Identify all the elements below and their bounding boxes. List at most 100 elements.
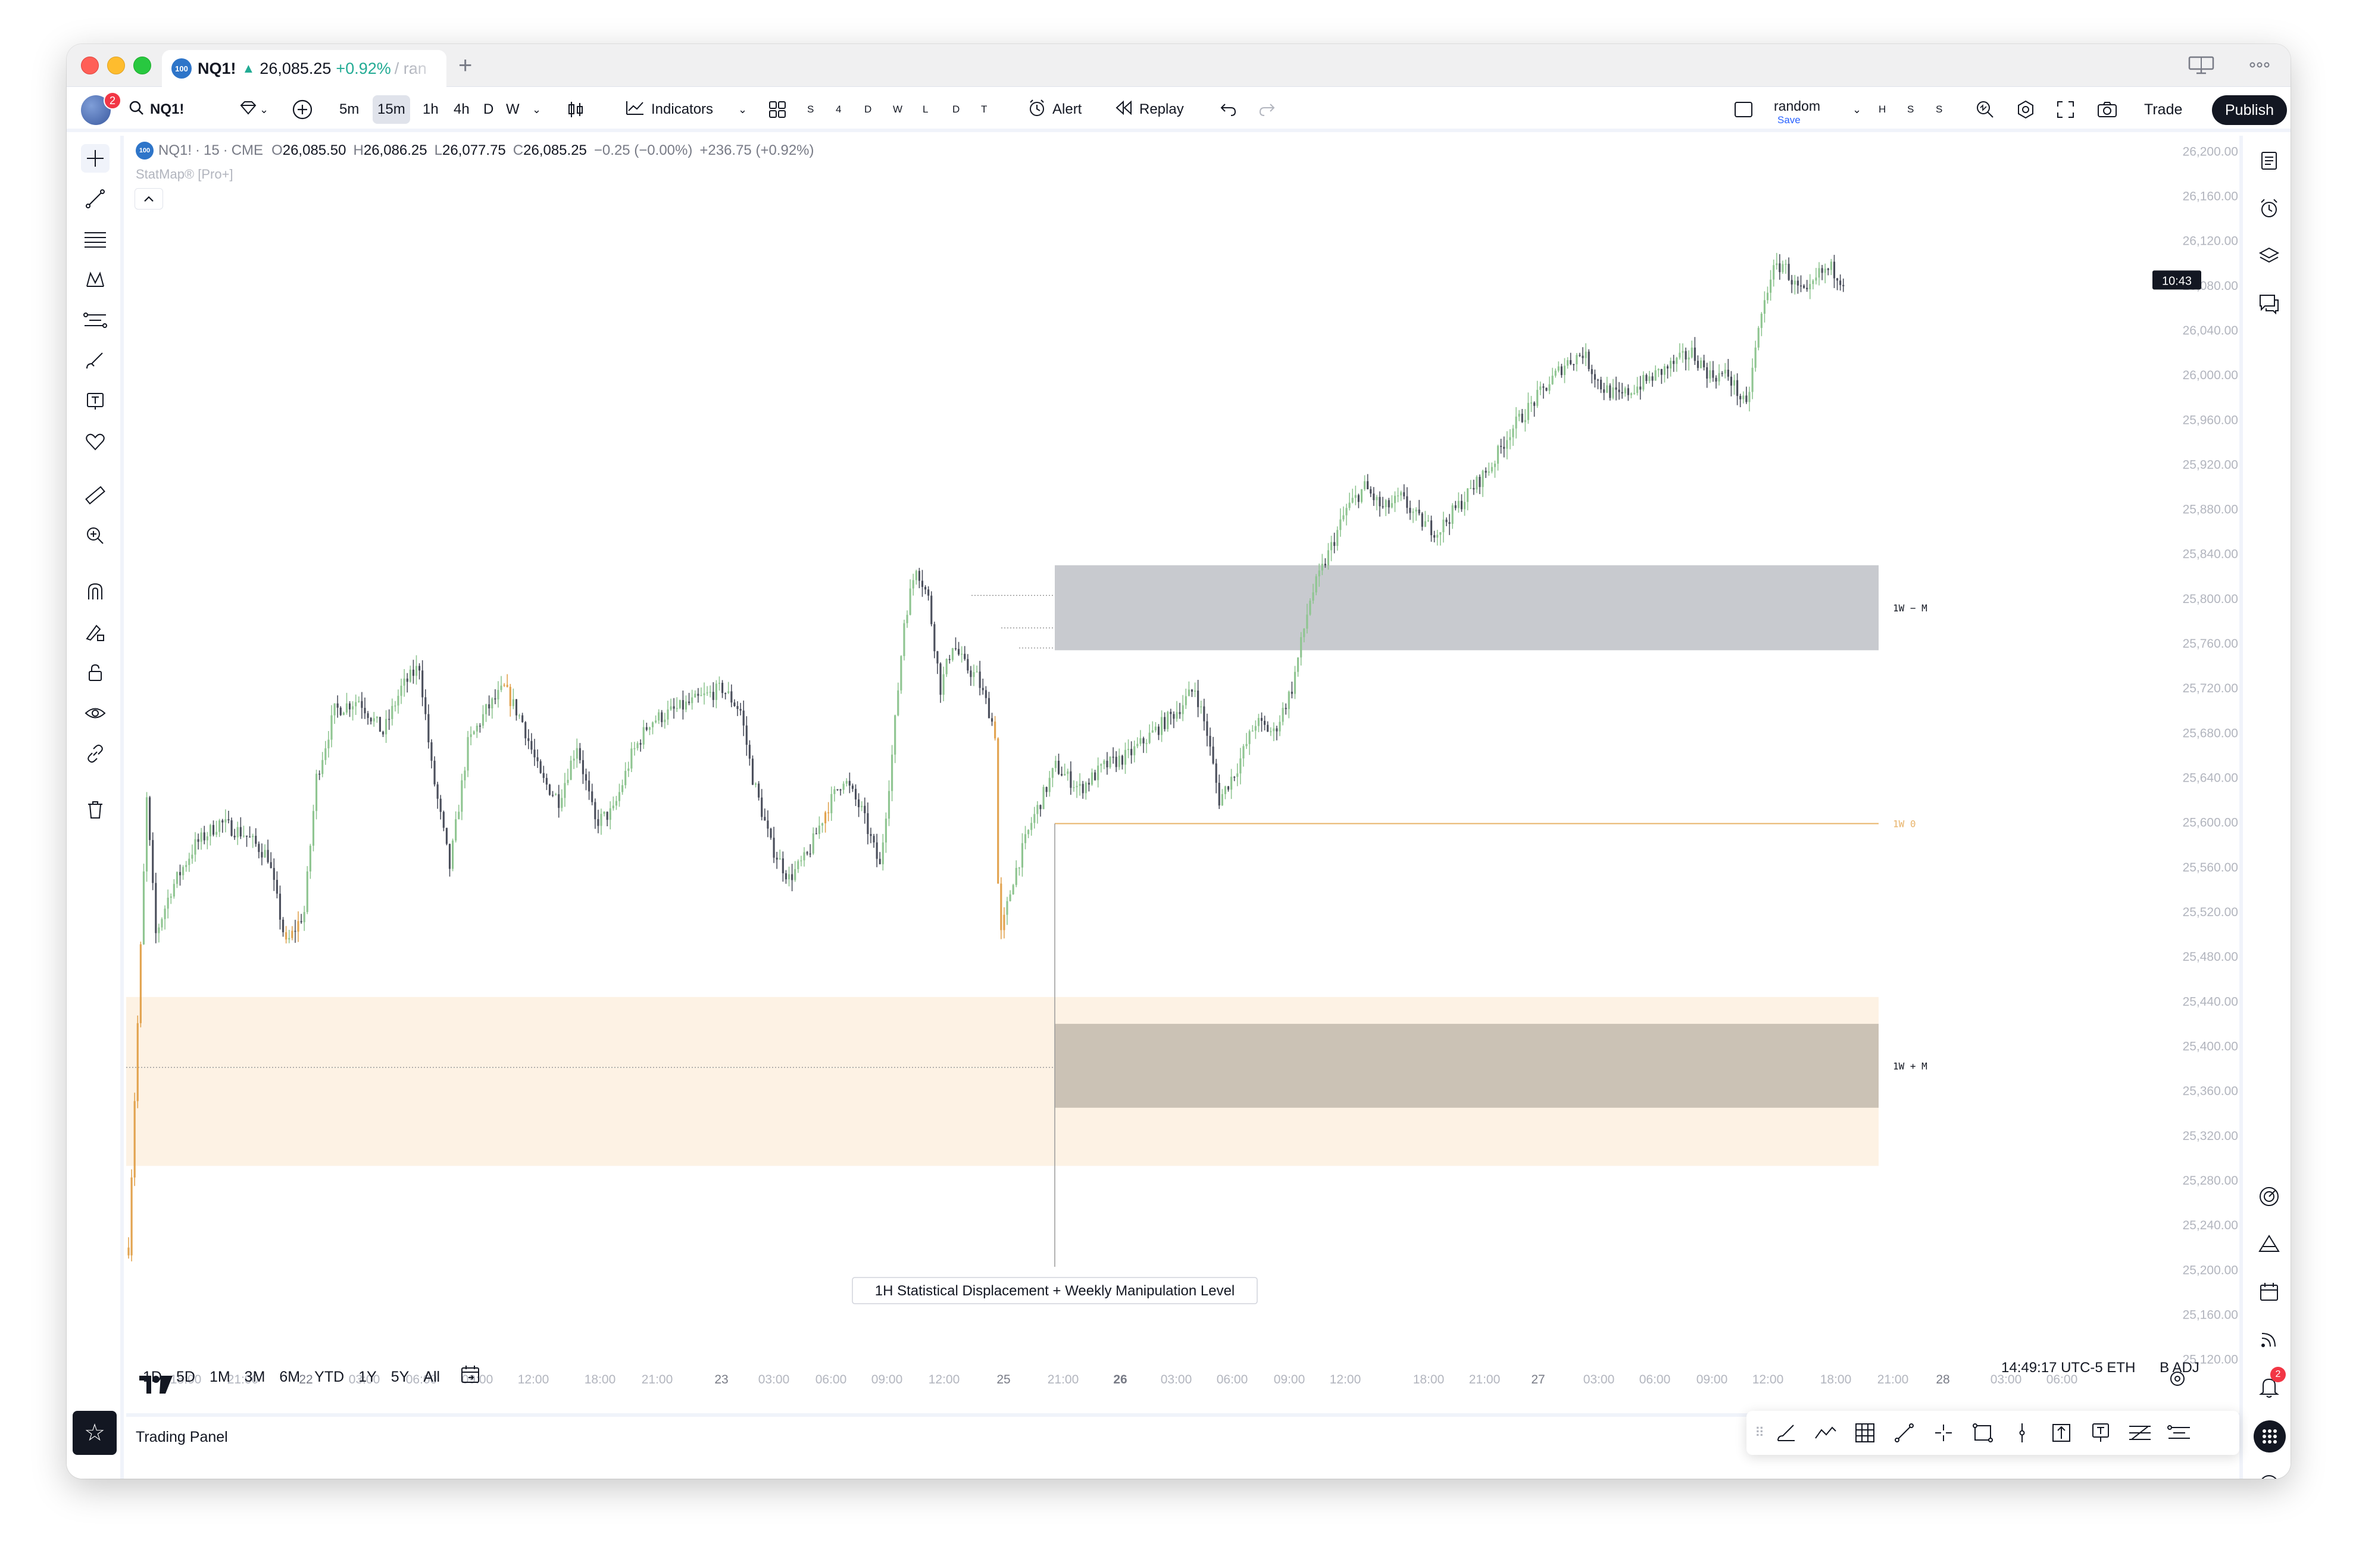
redo-icon[interactable] <box>1258 95 1276 124</box>
zoom-window-button[interactable] <box>133 57 151 74</box>
heart-icon[interactable] <box>81 427 110 456</box>
layers-icon[interactable] <box>2254 240 2285 271</box>
range-ytd[interactable]: YTD <box>314 1369 344 1386</box>
chat-icon[interactable] <box>2254 288 2285 319</box>
quick-layout-d2[interactable]: D <box>952 95 960 124</box>
legend-symbol[interactable]: NQ1! <box>158 142 192 159</box>
fib-retracement-icon[interactable] <box>81 225 110 254</box>
range-1m[interactable]: 1M <box>210 1369 230 1386</box>
indicators-chevron-icon[interactable]: ⌄ <box>738 95 747 124</box>
timezone-clock[interactable]: 14:49:17 UTC-5 ETH B ADJ <box>2001 1360 2199 1375</box>
drag-handle-icon[interactable]: ⠿ <box>1755 1425 1767 1441</box>
lock-icon[interactable] <box>81 658 110 687</box>
trade-button[interactable]: Trade <box>2144 95 2182 124</box>
interval-5m[interactable]: 5m <box>339 95 359 124</box>
fullscreen-icon[interactable] <box>2056 95 2075 124</box>
path-tool-icon[interactable] <box>1806 1415 1845 1451</box>
interval-4h[interactable]: 4h <box>454 95 470 124</box>
quick-h[interactable]: H <box>1879 95 1886 124</box>
adjustment-label[interactable]: B ADJ <box>2160 1360 2199 1375</box>
add-symbol-button[interactable] <box>292 95 313 124</box>
zoom-in-icon[interactable] <box>81 521 110 550</box>
target-icon[interactable] <box>2254 1181 2285 1212</box>
goto-date-calendar-icon[interactable] <box>460 1364 482 1389</box>
quick-layout-d[interactable]: D <box>864 95 871 124</box>
trend-line-icon[interactable] <box>81 185 110 213</box>
quick-layout-w[interactable]: W <box>893 95 902 124</box>
range-5d[interactable]: 5D <box>176 1369 195 1386</box>
grid-tool-icon[interactable] <box>1845 1415 1885 1451</box>
rectangle-tool-icon[interactable] <box>1963 1415 2002 1451</box>
ruler-icon[interactable] <box>81 481 110 510</box>
tab-symbol[interactable]: 100 NQ1! ▲ 26,085.25 +0.92% / ran <box>162 50 446 87</box>
broadcast-icon[interactable] <box>2254 1324 2285 1355</box>
range-5y[interactable]: 5Y <box>391 1369 410 1386</box>
watchlist-icon[interactable] <box>2254 145 2285 176</box>
text-tool-icon[interactable] <box>81 387 110 416</box>
brush-icon[interactable] <box>81 346 110 375</box>
quick-layout-s[interactable]: S <box>807 95 814 124</box>
range-1y[interactable]: 1Y <box>358 1369 377 1386</box>
interval-dropdown-chevron-icon[interactable]: ⌄ <box>532 95 541 124</box>
forecast-icon[interactable] <box>81 306 110 335</box>
magnet-icon[interactable] <box>81 577 110 606</box>
favorites-star-icon[interactable]: ☆ <box>73 1411 117 1455</box>
chart-pane[interactable]: 1W − M 1W + M 1W 0 1H Statistical Displacem… <box>126 136 2239 1401</box>
save-label[interactable]: Save <box>1777 114 1801 126</box>
eye-icon[interactable] <box>81 699 110 727</box>
quick-s2[interactable]: S <box>1936 95 1942 124</box>
interval-d[interactable]: D <box>483 95 493 124</box>
quick-search-icon[interactable] <box>1975 95 1995 124</box>
callout-tool-icon[interactable] <box>2081 1415 2120 1451</box>
interval-1h[interactable]: 1h <box>423 95 439 124</box>
quick-s[interactable]: S <box>1907 95 1914 124</box>
trash-icon[interactable] <box>81 795 110 824</box>
pattern-icon[interactable] <box>81 266 110 294</box>
range-6m[interactable]: 6M <box>279 1369 300 1386</box>
layout-chevron-icon[interactable]: ⌄ <box>1852 95 1861 124</box>
range-1d[interactable]: 1D <box>143 1369 162 1386</box>
price-chart[interactable]: 1W − M 1W + M 1W 0 1H Statistical Displacem… <box>126 136 2239 1401</box>
indicator-legend[interactable]: StatMap® [Pro+] <box>136 167 233 182</box>
range-all[interactable]: All <box>423 1369 440 1386</box>
lock-drawing-icon[interactable] <box>81 618 110 646</box>
undo-icon[interactable] <box>1219 95 1237 124</box>
quick-layout-t[interactable]: T <box>981 95 987 124</box>
position-tool-icon[interactable] <box>2160 1415 2199 1451</box>
minimize-window-button[interactable] <box>107 57 125 74</box>
help-icon[interactable] <box>2254 1469 2285 1479</box>
indicators-button[interactable]: Indicators <box>625 95 713 124</box>
calendar-icon[interactable] <box>2254 1276 2285 1307</box>
range-3m[interactable]: 3M <box>245 1369 265 1386</box>
interval-15m[interactable]: 15m <box>373 95 410 124</box>
crosshair-tool-icon[interactable] <box>1924 1415 1963 1451</box>
settings-gear-icon[interactable] <box>2016 95 2036 124</box>
symbol-search-button[interactable]: NQ1! <box>129 95 184 124</box>
camera-icon[interactable] <box>2096 95 2118 124</box>
chevron-up-icon[interactable] <box>135 188 163 210</box>
vertical-line-tool-icon[interactable] <box>2002 1415 2042 1451</box>
candles-icon[interactable] <box>565 95 586 124</box>
publish-button[interactable]: Publish <box>2212 95 2287 125</box>
ideas-icon[interactable] <box>2254 1229 2285 1260</box>
replay-button[interactable]: Replay <box>1114 95 1184 124</box>
quick-layout-4[interactable]: 4 <box>836 95 841 124</box>
layout-checkbox-icon[interactable] <box>1733 95 1754 124</box>
apps-grid-icon[interactable] <box>2254 1420 2286 1453</box>
trading-panel-label[interactable]: Trading Panel <box>136 1429 228 1446</box>
crosshair-icon[interactable] <box>81 144 110 173</box>
new-tab-icon[interactable]: + <box>458 54 472 77</box>
monitor-icon[interactable] <box>2187 55 2216 80</box>
fib-tool-icon[interactable] <box>2120 1415 2160 1451</box>
interval-w[interactable]: W <box>506 95 520 124</box>
link-icon[interactable] <box>81 739 110 768</box>
layout-grid-icon[interactable] <box>768 95 787 124</box>
price-range-tool-icon[interactable] <box>2042 1415 2081 1451</box>
close-window-button[interactable] <box>81 57 99 74</box>
more-icon[interactable] <box>2248 56 2271 79</box>
brush-tool-icon[interactable] <box>1767 1415 1806 1451</box>
alerts-clock-icon[interactable] <box>2254 193 2285 224</box>
quick-layout-l[interactable]: L <box>923 95 928 124</box>
compare-dropdown[interactable]: ⌄ <box>239 95 268 124</box>
alert-button[interactable]: Alert <box>1027 95 1082 124</box>
